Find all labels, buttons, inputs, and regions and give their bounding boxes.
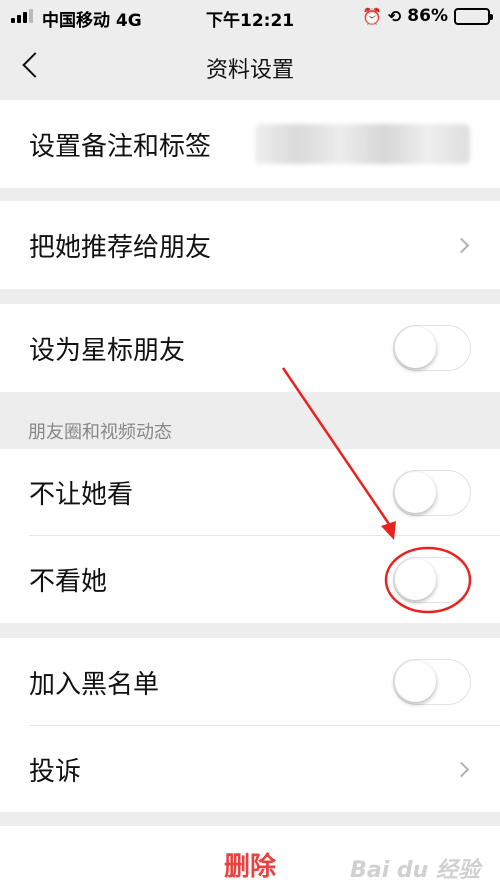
page-title: 资料设置 (205, 58, 294, 83)
star-friend-row: 设为星标朋友 (0, 304, 500, 392)
blacklist-row: 加入黑名单 (0, 638, 500, 726)
chevron-right-icon (453, 237, 470, 253)
delete-button[interactable]: 删除 (224, 846, 276, 883)
toggle-knob (395, 661, 436, 702)
recommend-label: 把她推荐给朋友 (29, 232, 212, 263)
dont-see-label: 不看她 (29, 567, 108, 597)
blacklist-label: 加入黑名单 (29, 669, 160, 700)
toggle-knob (395, 558, 436, 600)
blurred-remark-value (255, 124, 470, 164)
signal-icon (11, 9, 37, 23)
complain-row[interactable]: 投诉 (0, 726, 500, 812)
remark-row[interactable]: 设置备注和标签 (0, 100, 500, 188)
star-friend-toggle[interactable] (393, 325, 471, 371)
moments-section-header: 朋友圈和视频动态 (28, 422, 172, 443)
status-bar: 中国移动 4G 下午12:21 ⏰ ⟲ 86% (0, 0, 500, 34)
remark-label: 设置备注和标签 (29, 131, 212, 162)
carrier-network: 中国移动 4G (42, 6, 142, 31)
recommend-row[interactable]: 把她推荐给朋友 (0, 201, 500, 289)
dont-see-toggle[interactable] (393, 556, 471, 603)
nav-bar: 资料设置 (0, 34, 500, 100)
complain-label: 投诉 (29, 756, 82, 787)
network-type: 4G (115, 11, 142, 31)
hide-moments-label: 不让她看 (29, 480, 134, 510)
battery-percent: 86% (407, 6, 448, 26)
status-time: 下午12:21 (206, 11, 295, 31)
toggle-knob (395, 327, 436, 368)
star-friend-label: 设为星标朋友 (29, 335, 186, 366)
dont-see-row: 不看她 (0, 536, 500, 623)
battery-icon (454, 7, 493, 25)
alarm-icon: ⏰ (361, 6, 382, 26)
watermark-logo: Bai du 经验 (350, 858, 480, 883)
hide-moments-row: 不让她看 (0, 449, 500, 536)
hide-moments-toggle[interactable] (393, 469, 471, 516)
blacklist-toggle[interactable] (393, 659, 471, 705)
carrier-name: 中国移动 (42, 11, 110, 31)
toggle-knob (395, 471, 436, 513)
chevron-right-icon (453, 761, 470, 777)
status-right: ⏰ ⟲ 86% (361, 6, 493, 26)
rotation-lock-icon: ⟲ (387, 6, 402, 26)
